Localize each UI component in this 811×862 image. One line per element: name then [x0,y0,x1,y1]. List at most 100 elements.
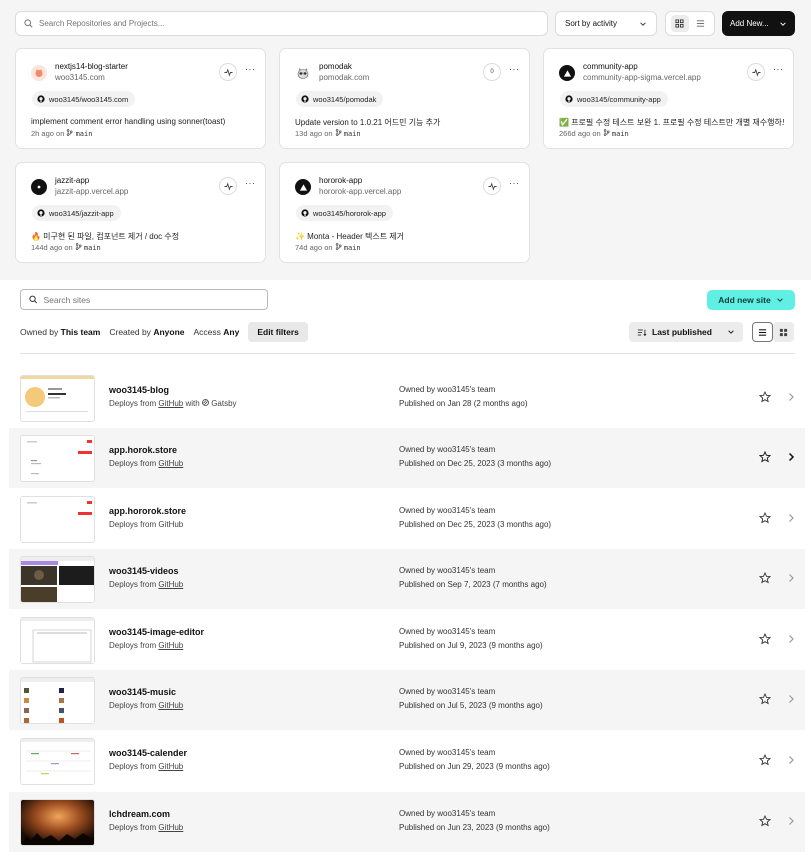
project-card[interactable]: jazzit-app jazzit-app.vercel.app ··· woo… [15,162,266,263]
activity-button[interactable] [483,177,501,195]
site-row[interactable]: app.hororok.store Deploys from GitHub Ow… [9,489,805,549]
commit-time: 74d ago on [295,243,333,252]
site-published: Published on Jul 5, 2023 (9 months ago) [399,701,543,710]
project-name[interactable]: hororok-app [319,176,362,185]
access-filter[interactable]: Access Any [193,327,239,337]
chevron-right-icon[interactable] [787,694,795,704]
owned-by-filter[interactable]: Owned by This team [20,327,100,337]
list-view-button[interactable] [692,15,710,32]
github-icon [301,95,309,103]
chevron-right-icon[interactable] [787,634,795,644]
deploy-source-link[interactable]: GitHub [158,762,183,771]
branch-icon [67,129,73,136]
add-new-site-button[interactable]: Add new site [707,290,795,310]
activity-button[interactable] [747,63,765,81]
site-name[interactable]: woo3145-blog [109,385,169,395]
site-name[interactable]: lchdream.com [109,809,170,819]
list-view-button[interactable] [752,322,773,342]
site-row[interactable]: woo3145-music Deploys from GitHub Owned … [9,670,805,730]
site-name[interactable]: app.horok.store [109,445,177,455]
chevron-right-icon[interactable] [787,816,795,826]
repo-name: woo3145/pomodak [313,94,377,104]
star-icon[interactable] [759,693,771,705]
site-name[interactable]: app.hororok.store [109,506,186,516]
chevron-right-icon[interactable] [787,755,795,765]
more-options-button[interactable]: ··· [773,64,784,74]
edit-filters-button[interactable]: Edit filters [248,322,308,342]
deploy-source-link[interactable]: GitHub [158,580,183,589]
site-name[interactable]: woo3145-image-editor [109,627,204,637]
project-name[interactable]: jazzit-app [55,176,89,185]
project-card[interactable]: community-app community-app-sigma.vercel… [543,48,794,149]
sort-dropdown[interactable]: Sort by activity [555,11,657,36]
site-row[interactable]: woo3145-videos Deploys from GitHub Owned… [9,549,805,609]
activity-button[interactable] [219,63,237,81]
project-domain[interactable]: jazzit-app.vercel.app [55,187,128,196]
site-row[interactable]: woo3145-calender Deploys from GitHub Own… [9,731,805,791]
repo-pill[interactable]: woo3145/woo3145.com [32,91,136,107]
repo-pill[interactable]: woo3145/jazzit-app [32,205,121,221]
deploy-source: Deploys from GitHub [109,520,183,529]
sort-label: Sort by activity [565,19,618,28]
star-icon[interactable] [759,512,771,524]
deploy-source-text: GitHub [158,520,184,529]
more-options-button[interactable]: ··· [245,178,256,188]
site-thumbnail [20,435,95,482]
project-domain[interactable]: woo3145.com [55,73,105,82]
site-name[interactable]: woo3145-videos [109,566,179,576]
grid-view-button[interactable] [773,322,794,342]
deploy-source-link[interactable]: GitHub [158,823,183,832]
project-name[interactable]: pomodak [319,62,352,71]
repo-search-box[interactable] [15,11,548,36]
deploy-source-link[interactable]: GitHub [158,701,183,710]
site-row[interactable]: woo3145-image-editor Deploys from GitHub… [9,610,805,670]
site-name[interactable]: woo3145-calender [109,748,187,758]
site-search-box[interactable] [20,289,268,310]
site-row[interactable]: woo3145-blog Deploys from GitHub with Ga… [9,368,805,428]
add-new-button[interactable]: Add New... [722,11,795,36]
chevron-right-icon[interactable] [787,573,795,583]
deploy-source-link[interactable]: GitHub [158,459,183,468]
site-name[interactable]: woo3145-music [109,687,176,697]
divider [20,353,795,354]
github-icon [565,95,573,103]
branch-name: main [611,130,629,138]
repo-pill[interactable]: woo3145/pomodak [296,91,384,107]
deploy-source-link[interactable]: GitHub [158,399,183,408]
chevron-right-icon[interactable] [787,452,795,462]
project-domain[interactable]: community-app-sigma.vercel.app [583,73,701,82]
repo-pill[interactable]: woo3145/hororok-app [296,205,393,221]
star-icon[interactable] [759,391,771,403]
grid-view-button[interactable] [670,15,689,32]
activity-button[interactable] [219,177,237,195]
site-owner: Owned by woo3145's team [399,506,496,515]
star-icon[interactable] [759,754,771,766]
more-options-button[interactable]: ··· [509,64,520,74]
star-icon[interactable] [759,633,771,645]
project-card[interactable]: hororok-app hororok-app.vercel.app ··· w… [279,162,530,263]
activity-count-button[interactable]: 0 [483,63,501,81]
gatsby-icon [202,399,209,406]
deploy-source-link[interactable]: GitHub [158,641,183,650]
site-row[interactable]: lchdream.com Deploys from GitHub Owned b… [9,792,805,852]
project-logo [31,65,47,81]
chevron-right-icon[interactable] [787,513,795,523]
star-icon[interactable] [759,815,771,827]
more-options-button[interactable]: ··· [509,178,520,188]
project-name[interactable]: nextjs14-blog-starter [55,62,128,71]
star-icon[interactable] [759,451,771,463]
project-name[interactable]: community-app [583,62,638,71]
project-card[interactable]: nextjs14-blog-starter woo3145.com ··· wo… [15,48,266,149]
site-search-input[interactable] [43,294,267,305]
star-icon[interactable] [759,572,771,584]
project-domain[interactable]: pomodak.com [319,73,369,82]
repo-search-input[interactable] [39,19,547,28]
project-domain[interactable]: hororok-app.vercel.app [319,187,401,196]
more-options-button[interactable]: ··· [245,64,256,74]
repo-pill[interactable]: woo3145/community-app [560,91,668,107]
project-card[interactable]: pomodak pomodak.com 0 ··· woo3145/pomoda… [279,48,530,149]
sort-dropdown[interactable]: Last published [629,322,743,342]
chevron-right-icon[interactable] [787,392,795,402]
created-by-filter[interactable]: Created by Anyone [109,327,184,337]
site-row[interactable]: app.horok.store Deploys from GitHub Owne… [9,428,805,488]
